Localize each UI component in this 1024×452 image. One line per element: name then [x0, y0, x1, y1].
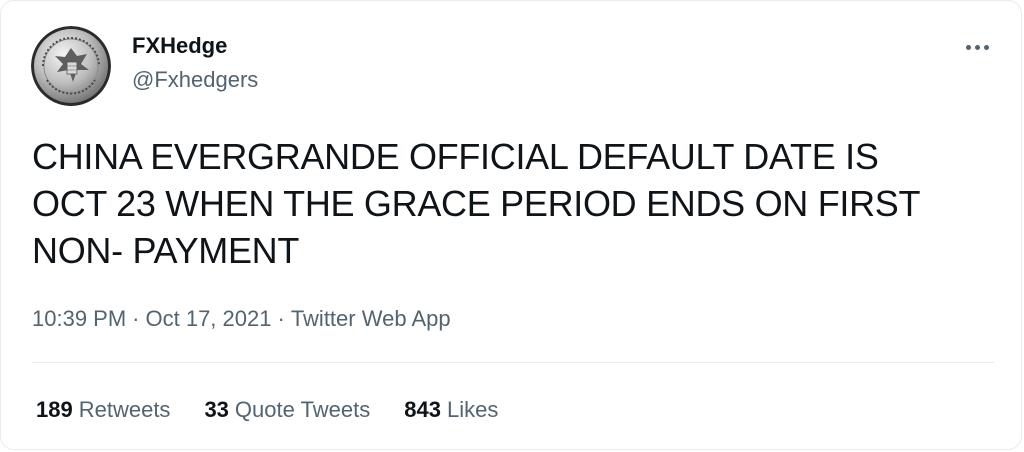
author-name[interactable]: FXHedge: [132, 31, 227, 61]
likes-count: 843: [404, 397, 441, 422]
avatar[interactable]: [31, 26, 111, 106]
tweet-source[interactable]: Twitter Web App: [291, 306, 451, 331]
tweet-stats: 189 Retweets 33 Quote Tweets 843 Likes: [36, 394, 498, 426]
quote-tweets-count: 33: [204, 397, 229, 422]
author-handle[interactable]: @Fxhedgers: [132, 65, 258, 95]
more-horizontal-icon: [983, 44, 989, 50]
tweet-meta: 10:39 PM · Oct 17, 2021 · Twitter Web App: [32, 303, 451, 335]
meta-separator: ·: [132, 306, 140, 331]
silver-eagle-coin-icon: [31, 26, 111, 106]
retweets-label: Retweets: [78, 397, 171, 422]
more-horizontal-icon: [965, 44, 971, 50]
tweet-text-line: OCT 23 WHEN THE GRACE PERIOD ENDS ON FIR…: [32, 183, 921, 224]
tweet-text-line: NON- PAYMENT: [32, 230, 300, 271]
tweet-text-line: CHINA EVERGRANDE OFFICIAL DEFAULT DATE I…: [32, 136, 879, 177]
quote-tweets-stat[interactable]: 33 Quote Tweets: [204, 394, 370, 426]
meta-separator: ·: [277, 306, 285, 331]
likes-stat[interactable]: 843 Likes: [404, 394, 498, 426]
divider: [32, 362, 994, 363]
tweet-time[interactable]: 10:39 PM: [32, 306, 126, 331]
tweet-text: CHINA EVERGRANDE OFFICIAL DEFAULT DATE I…: [32, 133, 992, 274]
more-button[interactable]: [957, 33, 997, 61]
quote-tweets-label: Quote Tweets: [234, 397, 371, 422]
retweets-stat[interactable]: 189 Retweets: [36, 394, 170, 426]
tweet-date[interactable]: Oct 17, 2021: [146, 306, 272, 331]
likes-label: Likes: [446, 397, 499, 422]
tweet-card: FXHedge @Fxhedgers CHINA EVERGRANDE OFFI…: [0, 0, 1022, 450]
retweets-count: 189: [36, 397, 73, 422]
more-horizontal-icon: [974, 44, 980, 50]
